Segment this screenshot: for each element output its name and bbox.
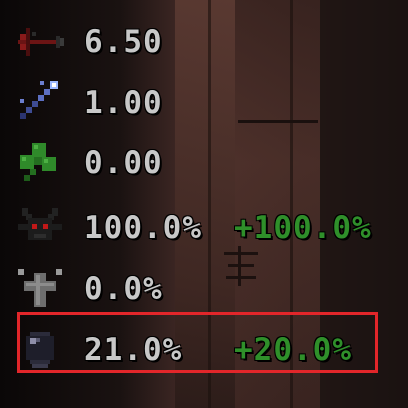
stat-row-luck: 0.00 (0, 133, 408, 193)
arrow-range-icon (12, 18, 68, 66)
stats-panel: 6.50 1.00 0.00 100.0% +100.0% 0.0% 21.0%… (0, 0, 408, 408)
stat-value-devil-chance: 100.0% (84, 210, 202, 246)
stat-bonus-devil-chance: +100.0% (234, 210, 372, 246)
stat-row-angel-chance: 0.0% (0, 259, 408, 319)
stat-row-shot-speed: 1.00 (0, 73, 408, 133)
stat-value-range: 6.50 (84, 24, 163, 60)
game-scene: 6.50 1.00 0.00 100.0% +100.0% 0.0% 21.0%… (0, 0, 408, 408)
stat-row-range: 6.50 (0, 12, 408, 72)
stat-value-angel-chance: 0.0% (84, 271, 163, 307)
wand-shot-speed-icon (12, 79, 68, 127)
stat-bonus-orb-chance: +20.0% (234, 332, 352, 368)
stat-value-luck: 0.00 (84, 145, 163, 181)
devil-head-icon (12, 204, 68, 252)
dark-orb-icon (12, 326, 68, 374)
angel-cross-icon (12, 265, 68, 313)
stat-row-orb-chance: 21.0% +20.0% (0, 320, 408, 380)
stat-value-shot-speed: 1.00 (84, 85, 163, 121)
stat-row-devil-chance: 100.0% +100.0% (0, 198, 408, 258)
stat-value-orb-chance: 21.0% (84, 332, 183, 368)
clover-luck-icon (12, 139, 68, 187)
